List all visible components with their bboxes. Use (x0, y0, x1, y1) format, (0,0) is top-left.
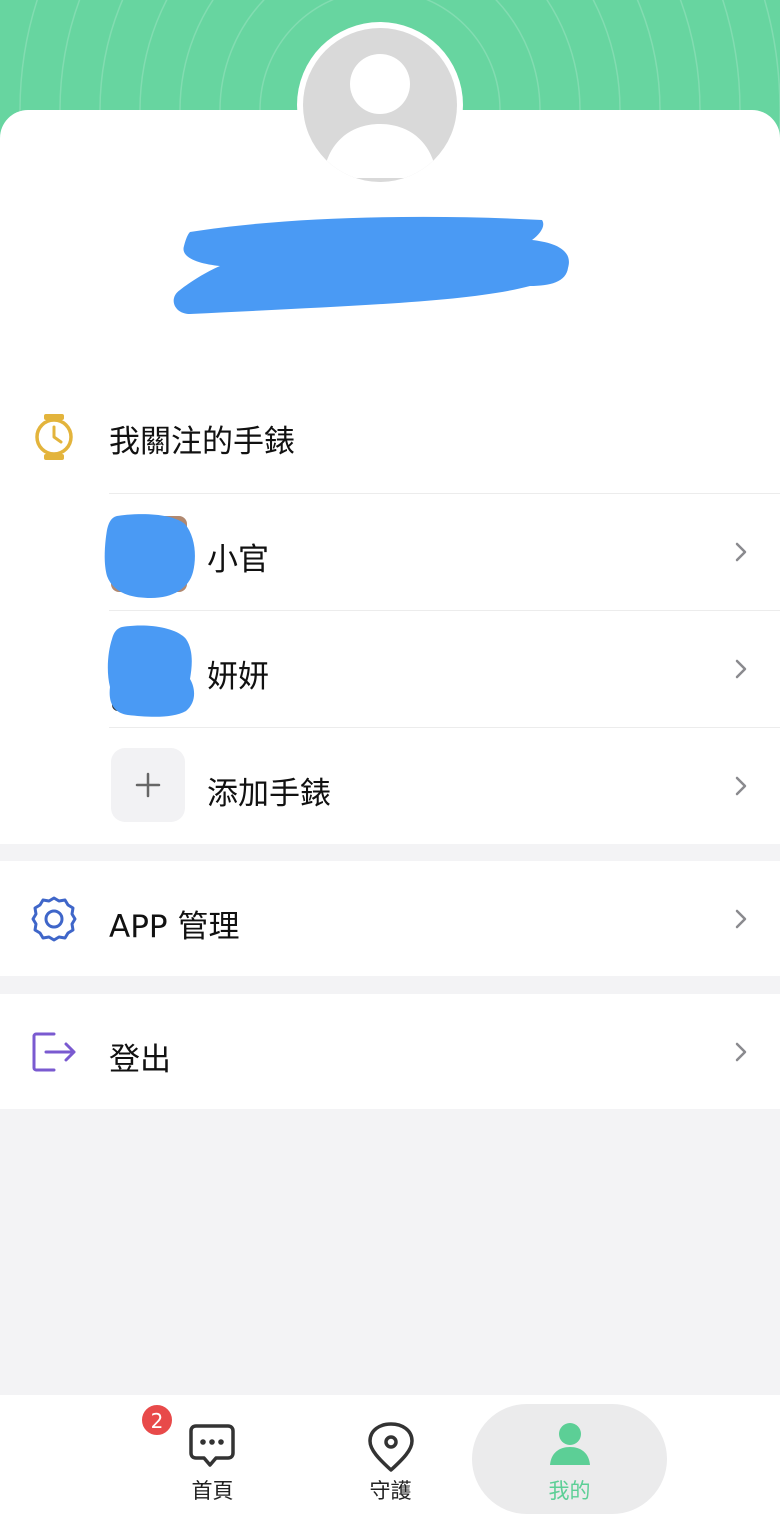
watch-icon (32, 412, 76, 466)
tab-label: 首頁 (191, 1479, 234, 1503)
watch-row-1[interactable]: 小官 (0, 494, 780, 610)
chevron-right-icon (734, 1041, 748, 1063)
chat-bubble-icon (188, 1423, 236, 1473)
chevron-right-icon (734, 658, 748, 680)
username-redacted (170, 210, 580, 329)
watch-row-2[interactable]: 妍妍 (0, 611, 780, 727)
chevron-right-icon (734, 541, 748, 563)
user-avatar[interactable] (297, 22, 463, 188)
watch-avatar-redacted (103, 512, 198, 602)
app-manage-row[interactable]: APP 管理 (0, 861, 780, 976)
add-watch-button[interactable] (111, 748, 185, 822)
bottom-tab-bar: 首頁 2 守護 我的 (0, 1395, 780, 1533)
tab-mine[interactable]: 我的 (472, 1395, 667, 1533)
tab-label: 守護 (369, 1479, 412, 1503)
chevron-right-icon (734, 775, 748, 797)
add-watch-label: 添加手錶 (207, 776, 331, 812)
location-pin-icon (367, 1421, 415, 1477)
gear-icon (30, 895, 78, 947)
plus-icon (135, 772, 161, 798)
watch-name: 小官 (207, 542, 269, 578)
notification-badge: 2 (140, 1403, 174, 1437)
logout-icon (32, 1032, 78, 1076)
default-user-avatar-icon (303, 28, 457, 182)
watch-name: 妍妍 (207, 659, 269, 695)
watch-avatar-redacted (106, 623, 196, 721)
chevron-right-icon (734, 908, 748, 930)
person-icon (548, 1421, 592, 1471)
app-manage-label: APP 管理 (109, 909, 240, 945)
logout-row[interactable]: 登出 (0, 994, 780, 1109)
logout-label: 登出 (109, 1042, 171, 1078)
watch-section-title: 我關注的手錶 (109, 424, 295, 460)
tab-label: 我的 (548, 1479, 591, 1503)
tab-guard[interactable]: 守護 (293, 1395, 488, 1533)
